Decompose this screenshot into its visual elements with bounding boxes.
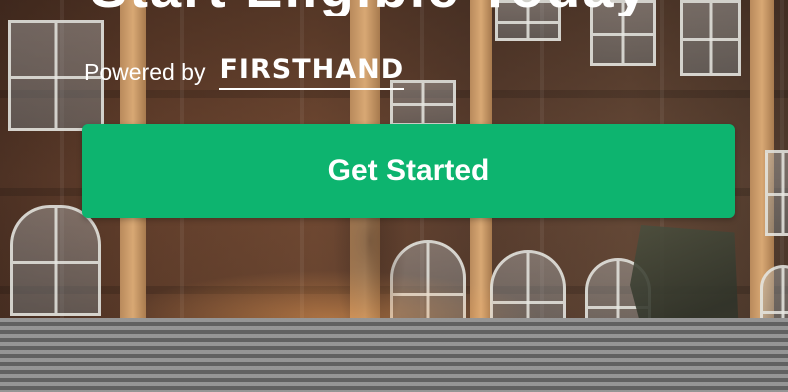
powered-by: Powered by FIRSTHAND (84, 52, 405, 92)
stairs (0, 318, 788, 392)
brand-logo[interactable]: FIRSTHAND (219, 54, 405, 90)
arched-window (10, 205, 101, 316)
get-started-button[interactable]: Get Started (82, 124, 735, 218)
hero-title: Start Eligible Today (90, 0, 730, 16)
powered-by-label: Powered by (84, 58, 206, 85)
building-window (765, 150, 788, 236)
